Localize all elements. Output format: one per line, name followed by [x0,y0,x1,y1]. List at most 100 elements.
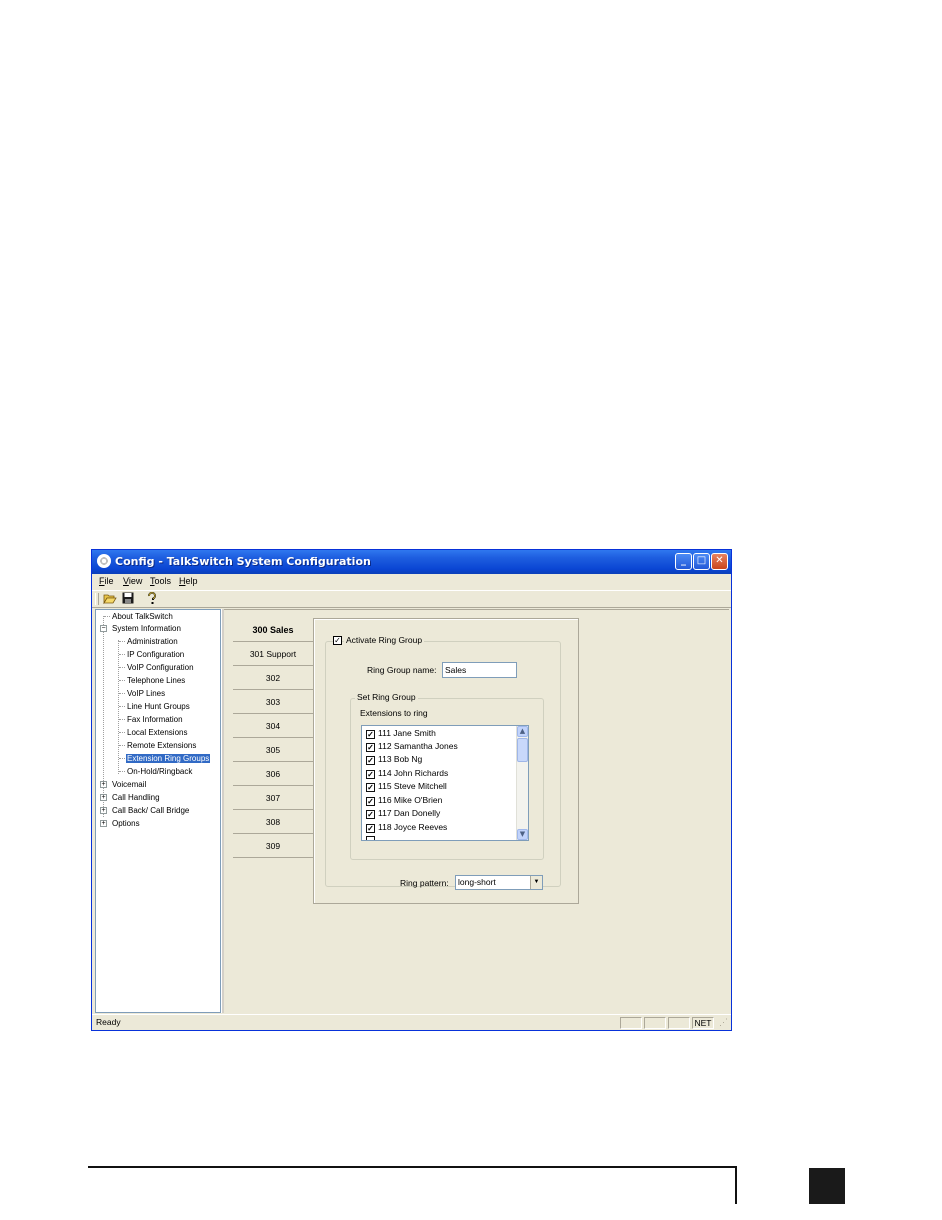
expand-icon[interactable]: + [100,820,107,827]
tab-302[interactable]: 302 [233,667,313,690]
expand-icon[interactable]: + [100,781,107,788]
window-title: Config - TalkSwitch System Configuration [115,555,371,568]
chevron-down-icon[interactable]: ▼ [530,876,542,889]
tree-item-line-hunt-groups[interactable]: Line Hunt Groups [127,701,190,712]
status-net-indicator: NET [692,1017,714,1029]
tab-303[interactable]: 303 [233,691,313,714]
list-item[interactable]: ✓ 113 Bob Ng [366,753,422,766]
expand-icon[interactable]: + [100,794,107,801]
page-number-box [809,1168,845,1204]
ring-group-content: 300 Sales 301 Support 302 303 304 305 30… [224,609,729,1013]
maximize-button[interactable]: □ [693,553,710,570]
extension-checkbox[interactable]: ✓ [366,797,375,806]
tree-item-local-extensions[interactable]: Local Extensions [127,727,187,738]
resize-grip-icon[interactable]: ⋰ [719,1017,728,1028]
tab-307[interactable]: 307 [233,787,313,810]
expand-icon[interactable]: + [100,807,107,814]
tab-306[interactable]: 306 [233,763,313,786]
tab-308[interactable]: 308 [233,811,313,834]
tree-connector [119,641,125,642]
ring-group-name-label: Ring Group name: [367,665,437,675]
ring-pattern-label: Ring pattern: [400,878,449,888]
app-gear-icon [97,554,111,568]
footer-rule-vertical [735,1166,737,1204]
extension-checkbox[interactable]: ✓ [366,743,375,752]
tree-item-call-back-call-bridge[interactable]: Call Back/ Call Bridge [112,805,189,816]
tree-item-voip-configuration[interactable]: VoIP Configuration [127,662,194,673]
tree-item-call-handling[interactable]: Call Handling [112,792,160,803]
tree-connector [119,680,125,681]
tree-item-extension-ring-groups[interactable]: Extension Ring Groups [126,753,211,764]
extension-checkbox[interactable]: ✓ [366,783,375,792]
tab-304[interactable]: 304 [233,715,313,738]
menu-file[interactable]: File [99,576,114,586]
extension-checkbox[interactable] [366,836,375,840]
tab-305[interactable]: 305 [233,739,313,762]
list-item-partial [366,835,378,840]
close-button[interactable]: ✕ [711,553,728,570]
tree-item-remote-extensions[interactable]: Remote Extensions [127,740,196,751]
list-item[interactable]: ✓ 112 Samantha Jones [366,740,458,753]
tree-connector [119,758,125,759]
extension-checkbox[interactable]: ✓ [366,756,375,765]
tree-connector [119,719,125,720]
title-bar[interactable]: Config - TalkSwitch System Configuration… [92,550,731,574]
extensions-to-ring-label: Extensions to ring [360,708,428,718]
scroll-up-icon[interactable]: ▲ [517,726,528,737]
list-item[interactable]: ✓ 116 Mike O'Brien [366,794,442,807]
extension-checkbox[interactable]: ✓ [366,810,375,819]
status-cell [644,1017,666,1029]
tab-300-sales[interactable]: 300 Sales [233,619,313,642]
status-cell [620,1017,642,1029]
scroll-down-icon[interactable]: ▼ [517,829,528,840]
list-item[interactable]: ✓ 117 Dan Donelly [366,807,440,820]
menu-tools[interactable]: Tools [150,576,171,586]
collapse-icon[interactable]: − [100,625,107,632]
tree-connector [119,654,125,655]
tree-item-voicemail[interactable]: Voicemail [112,779,146,790]
tab-301-support[interactable]: 301 Support [233,643,313,666]
ring-group-name-input[interactable]: Sales [442,662,517,678]
list-item[interactable]: ✓ 115 Steve Mitchell [366,780,447,793]
toolbar [92,590,731,608]
set-ring-group-label: Set Ring Group [355,692,418,702]
tree-item-voip-lines[interactable]: VoIP Lines [127,688,165,699]
app-window: Config - TalkSwitch System Configuration… [91,549,732,1031]
menu-help[interactable]: Help [179,576,198,586]
tree-item-administration[interactable]: Administration [127,636,178,647]
save-icon[interactable] [120,592,135,606]
extension-checkbox[interactable]: ✓ [366,770,375,779]
tree-connector [119,732,125,733]
open-folder-icon[interactable] [102,592,117,606]
scroll-thumb[interactable] [517,738,528,762]
tree-item-system-information[interactable]: System Information [112,623,181,634]
ring-pattern-select[interactable]: long-short ▼ [455,875,543,890]
tree-item-on-hold-ringback[interactable]: On-Hold/Ringback [127,766,192,777]
status-cell [668,1017,690,1029]
tab-309[interactable]: 309 [233,835,313,858]
tree-item-fax-information[interactable]: Fax Information [127,714,183,725]
activate-ring-group-label: Activate Ring Group [344,635,425,645]
tree-item-options[interactable]: Options [112,818,140,829]
menu-view[interactable]: View [123,576,142,586]
tree-item-telephone-lines[interactable]: Telephone Lines [127,675,185,686]
activate-ring-group-checkbox[interactable]: ✓ [333,636,342,645]
footer-rule [88,1166,736,1168]
help-icon[interactable] [144,591,159,606]
list-item[interactable]: ✓ 111 Jane Smith [366,727,436,740]
toolbar-grip[interactable] [95,593,99,605]
tree-connector [119,745,125,746]
tree-item-ip-configuration[interactable]: IP Configuration [127,649,184,660]
tree-connector [119,693,125,694]
list-item[interactable]: ✓ 118 Joyce Reeves [366,821,447,834]
extension-checkbox[interactable]: ✓ [366,730,375,739]
status-bar: Ready NET ⋰ [92,1014,731,1030]
extension-checkbox[interactable]: ✓ [366,824,375,833]
status-text: Ready [96,1017,121,1027]
minimize-button[interactable]: _ [675,553,692,570]
list-item[interactable]: ✓ 114 John Richards [366,767,448,780]
ring-pattern-value: long-short [458,877,496,887]
extensions-listbox[interactable]: ✓ 111 Jane Smith ✓ 112 Samantha Jones ✓ 113… [361,725,529,841]
tree-item-about[interactable]: About TalkSwitch [112,611,173,622]
list-scrollbar[interactable]: ▲ ▼ [516,726,528,840]
